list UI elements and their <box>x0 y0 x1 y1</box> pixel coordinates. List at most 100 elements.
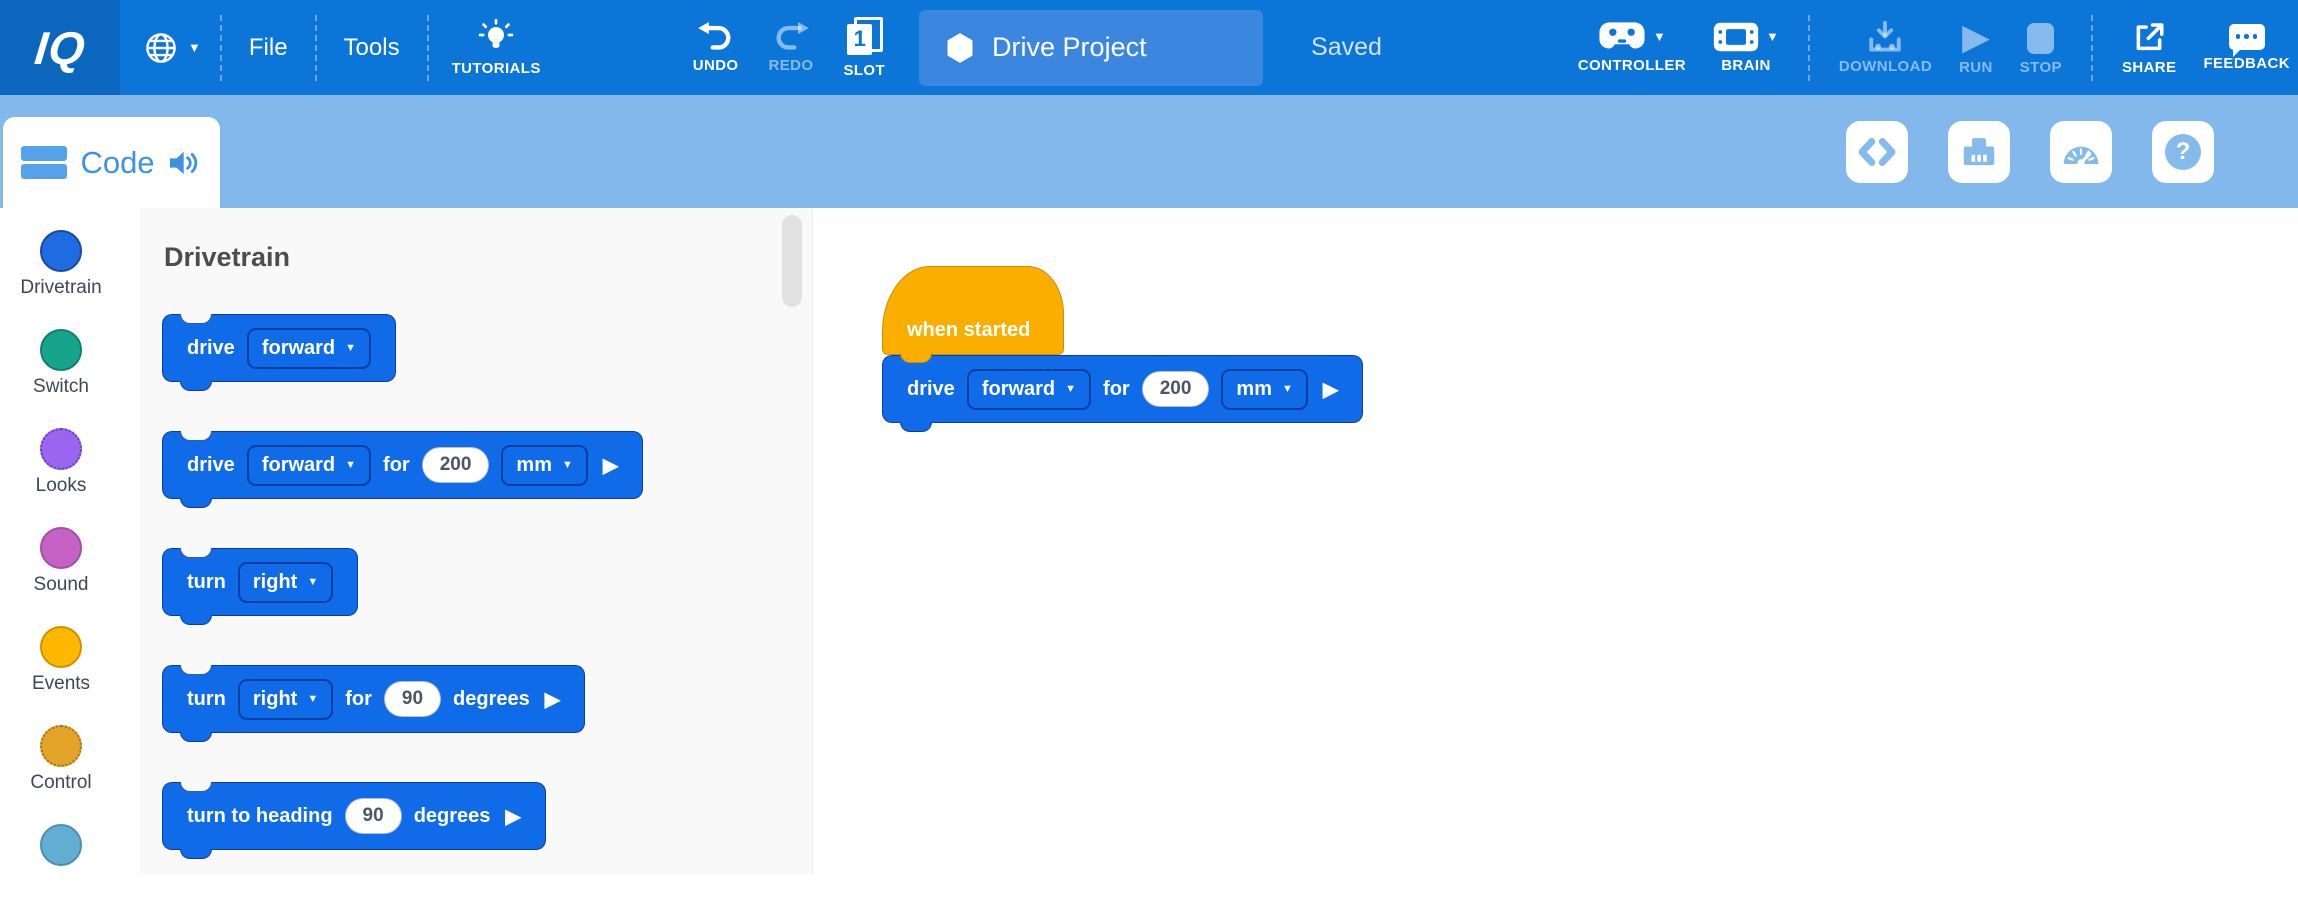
block-label: turn to heading <box>187 805 333 828</box>
hexagon-icon <box>945 32 975 64</box>
share-icon <box>2131 20 2167 54</box>
category-color-dot[interactable] <box>40 527 82 569</box>
tutorials-button[interactable]: TUTORIALS <box>452 19 541 77</box>
chevron-down-icon: ▼ <box>1766 30 1779 43</box>
block-expand-arrow[interactable]: ▶ <box>603 453 618 478</box>
slot-number: 1 <box>847 24 872 55</box>
dropdown-value: forward <box>262 454 335 477</box>
block-dropdown[interactable]: mm ▼ <box>1221 369 1307 410</box>
code-block[interactable]: driveforward▼ <box>162 314 396 382</box>
palette-scrollbar[interactable] <box>782 215 802 307</box>
block-expand-arrow[interactable]: ▶ <box>505 804 520 829</box>
vex-iq-logo: IQ <box>0 0 120 95</box>
category-label: Sound <box>34 574 89 596</box>
controller-button[interactable]: ▼ CONTROLLER <box>1578 21 1686 74</box>
dropdown-value: mm <box>1236 378 1272 401</box>
block-dropdown[interactable]: forward▼ <box>247 328 371 369</box>
block-dropdown[interactable]: right▼ <box>238 679 333 720</box>
block-dropdown[interactable]: mm▼ <box>501 445 587 486</box>
block-expand-arrow[interactable]: ▶ <box>1323 377 1338 402</box>
category-color-dot[interactable] <box>40 725 82 767</box>
sidebar-category-control[interactable]: Control <box>0 725 122 824</box>
category-color-dot[interactable] <box>40 230 82 272</box>
globe-icon <box>144 31 178 65</box>
brain-button[interactable]: ▼ BRAIN <box>1713 22 1779 74</box>
save-status: Saved <box>1311 33 1382 62</box>
device-info-button[interactable] <box>1948 121 2010 183</box>
category-color-dot[interactable] <box>40 824 82 866</box>
project-name-button[interactable]: Drive Project <box>919 10 1263 86</box>
code-block[interactable]: turnright▼for90degrees▶ <box>162 665 585 733</box>
tools-menu[interactable]: Tools <box>336 34 408 62</box>
feedback-icon <box>2229 24 2265 50</box>
undo-button[interactable]: UNDO <box>693 21 739 74</box>
block-expand-arrow[interactable]: ▶ <box>545 687 560 712</box>
download-button[interactable]: DOWNLOAD <box>1839 20 1932 75</box>
block-dropdown[interactable]: forward▼ <box>247 445 371 486</box>
feedback-label: FEEDBACK <box>2203 55 2290 72</box>
chevron-down-icon: ▼ <box>1653 30 1666 43</box>
tutorials-label: TUTORIALS <box>452 60 541 77</box>
controller-label: CONTROLLER <box>1578 57 1686 74</box>
share-label: SHARE <box>2122 59 2177 76</box>
toolbar-divider <box>427 15 429 81</box>
lightbulb-icon <box>477 19 515 55</box>
block-dropdown[interactable]: right▼ <box>238 562 333 603</box>
when-started-hat-block[interactable]: when started <box>882 266 1064 355</box>
code-viewer-button[interactable] <box>1846 121 1908 183</box>
controller-icon <box>1598 21 1646 52</box>
chevron-down-icon: ▼ <box>1282 384 1293 395</box>
category-label: Control <box>30 772 91 794</box>
block-number-input[interactable]: 200 <box>1142 371 1210 407</box>
run-button[interactable]: ▶ RUN <box>1959 20 1993 76</box>
block-label: for <box>1103 378 1130 401</box>
category-sidebar: Drivetrain SwitchLooks Sound Events Control <box>0 208 140 874</box>
category-color-dot[interactable] <box>40 626 82 668</box>
code-block[interactable]: turnright▼ <box>162 548 358 616</box>
sidebar-category-looks[interactable]: Looks <box>0 428 122 527</box>
sub-header: Code <box>0 95 2298 208</box>
device-toolbar: ▼ CONTROLLER ▼ BRAIN <box>1578 15 2298 81</box>
dropdown-value: forward <box>982 378 1055 401</box>
dropdown-value: right <box>253 571 297 594</box>
workspace-tools: ? <box>1846 121 2214 183</box>
workspace-canvas[interactable]: when started driveforward▼for200mm▼▶ <box>813 208 2298 874</box>
code-block[interactable]: driveforward▼for200mm▼▶ <box>882 355 1363 423</box>
redo-button[interactable]: REDO <box>769 21 814 74</box>
share-button[interactable]: SHARE <box>2122 20 2177 76</box>
file-menu[interactable]: File <box>241 34 296 62</box>
palette-blocks: driveforward▼driveforward▼for200mm▼▶turn… <box>162 314 812 850</box>
block-dropdown[interactable]: forward▼ <box>967 369 1091 410</box>
sidebar-category-sound[interactable]: Sound <box>0 527 122 626</box>
category-list: Drivetrain SwitchLooks Sound Events Control <box>0 208 122 923</box>
category-label: Drivetrain <box>20 277 101 299</box>
stop-button[interactable]: STOP <box>2020 20 2062 76</box>
speaker-icon[interactable] <box>168 149 202 177</box>
help-button[interactable]: ? <box>2152 121 2214 183</box>
dashboard-button[interactable] <box>2050 121 2112 183</box>
undo-icon <box>696 21 736 52</box>
block-number-input[interactable]: 90 <box>345 798 402 834</box>
download-label: DOWNLOAD <box>1839 58 1932 75</box>
block-label: drive <box>187 454 235 477</box>
block-number-input[interactable]: 90 <box>384 681 441 717</box>
feedback-button[interactable]: FEEDBACK <box>2203 24 2290 72</box>
block-number-input[interactable]: 200 <box>422 447 490 483</box>
sidebar-category-events[interactable]: Events <box>0 626 122 725</box>
category-color-dot[interactable] <box>40 329 82 371</box>
category-label: Events <box>32 673 90 695</box>
category-color-dot[interactable] <box>40 428 82 470</box>
logo-text: IQ <box>32 21 88 75</box>
toolbar-divider <box>2091 15 2093 81</box>
slot-button[interactable]: 1 SLOT <box>843 17 885 79</box>
chevron-down-icon: ▼ <box>307 694 318 705</box>
sidebar-category-drivetrain[interactable]: Drivetrain <box>0 230 122 329</box>
block-label: degrees <box>414 805 491 828</box>
language-menu[interactable]: ▼ <box>144 31 201 65</box>
block-label: for <box>345 688 372 711</box>
code-block[interactable]: driveforward▼for200mm▼▶ <box>162 431 643 499</box>
sidebar-category-switch[interactable]: Switch <box>0 329 122 428</box>
code-block[interactable]: turn to heading 90 degrees ▶ <box>162 782 546 850</box>
tab-code[interactable]: Code <box>3 117 220 208</box>
block-label: degrees <box>453 688 530 711</box>
